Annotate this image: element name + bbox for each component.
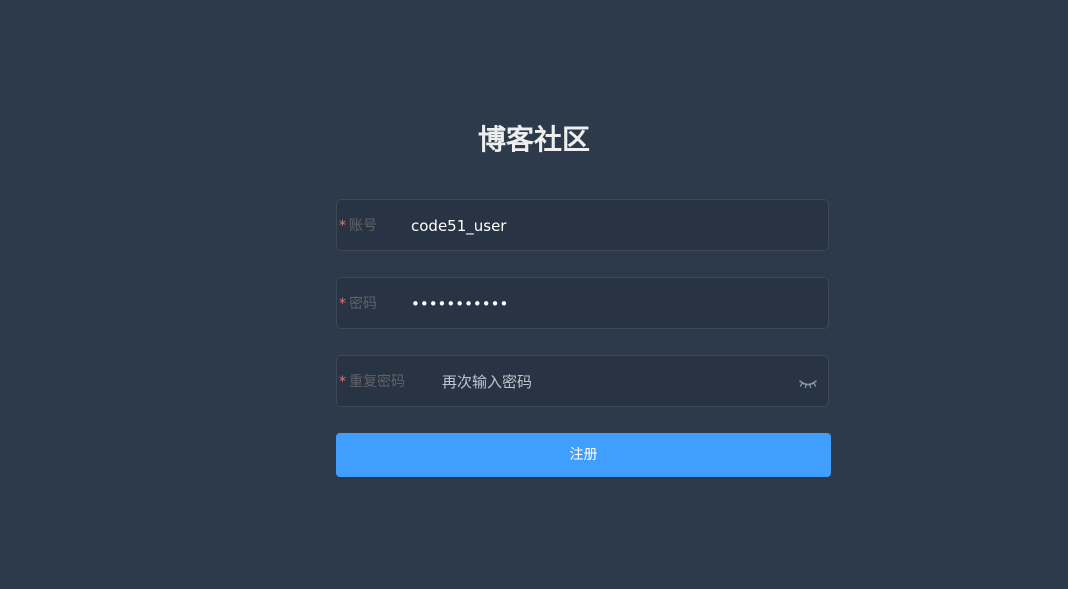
password-label-text: 密码	[349, 296, 377, 312]
password-label: * 密码	[339, 278, 377, 330]
confirm-password-label-text: 重复密码	[349, 374, 405, 390]
password-input[interactable]: •••••••••••	[411, 278, 508, 330]
required-mark: *	[339, 218, 346, 234]
register-page: 博客社区 * 账号 code51_user * 密码 ••••••••••• * 重复…	[0, 0, 1068, 589]
eye-closed-icon[interactable]	[798, 376, 818, 390]
required-mark: *	[339, 374, 346, 390]
password-field[interactable]: * 密码 •••••••••••	[336, 277, 829, 329]
confirm-password-input[interactable]: 再次输入密码	[442, 356, 532, 408]
account-label: * 账号	[339, 200, 377, 252]
account-input[interactable]: code51_user	[411, 200, 506, 252]
page-title: 博客社区	[477, 123, 590, 156]
required-mark: *	[339, 296, 346, 312]
register-button[interactable]: 注册	[336, 433, 831, 477]
confirm-password-label: * 重复密码	[339, 356, 405, 408]
account-field[interactable]: * 账号 code51_user	[336, 199, 829, 251]
confirm-password-field[interactable]: * 重复密码 再次输入密码	[336, 355, 829, 407]
account-label-text: 账号	[349, 218, 377, 234]
